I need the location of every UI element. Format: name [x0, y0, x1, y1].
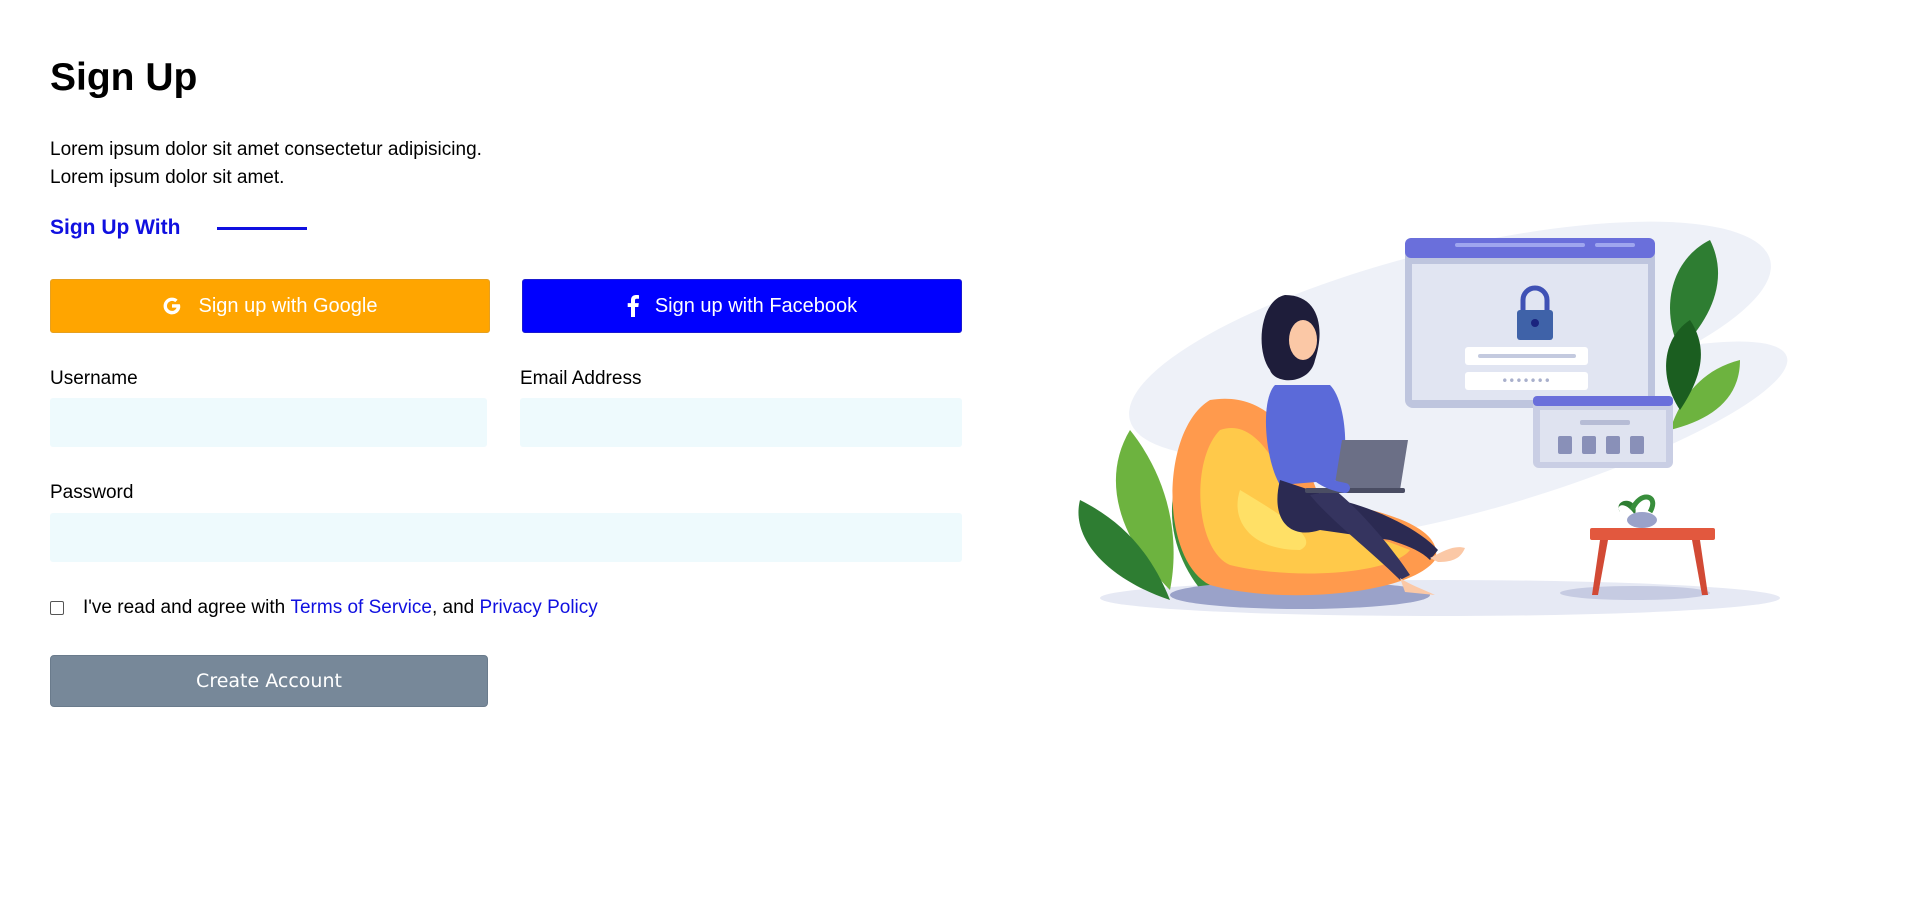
woman-on-beanbag-with-laptop-login-illustration: •••••••: [1078, 221, 1788, 616]
google-signup-button[interactable]: Sign up with Google: [50, 279, 490, 333]
email-input[interactable]: [520, 398, 962, 447]
facebook-signup-button[interactable]: Sign up with Facebook: [522, 279, 962, 333]
description-line-2: Lorem ipsum dolor sit amet.: [50, 167, 285, 188]
username-label: Username: [50, 368, 138, 389]
svg-text:•••••••: •••••••: [1501, 374, 1551, 388]
google-signup-label: Sign up with Google: [198, 294, 378, 317]
sign-up-with-label: Sign Up With: [50, 216, 181, 239]
page-description: Lorem ipsum dolor sit amet consectetur a…: [50, 136, 482, 192]
facebook-icon: [627, 295, 639, 317]
description-line-1: Lorem ipsum dolor sit amet consectetur a…: [50, 139, 482, 160]
facebook-signup-label: Sign up with Facebook: [654, 294, 858, 317]
terms-agreement: I've read and agree with Terms of Servic…: [50, 597, 598, 619]
agree-text-prefix: I've read and agree with: [83, 597, 291, 618]
google-icon: [162, 296, 182, 316]
username-input[interactable]: [50, 398, 487, 447]
heading-underline-divider: [217, 226, 308, 230]
password-input[interactable]: [50, 513, 962, 562]
email-label: Email Address: [520, 368, 642, 389]
privacy-policy-link[interactable]: Privacy Policy: [480, 597, 598, 619]
password-label: Password: [50, 482, 134, 503]
agree-checkbox[interactable]: [50, 601, 64, 615]
sign-up-with-heading: Sign Up With: [50, 216, 308, 240]
agree-text-middle: , and: [431, 597, 480, 618]
page-title: Sign Up: [50, 56, 198, 99]
create-account-button[interactable]: Create Account: [50, 655, 488, 707]
social-signup-buttons: Sign up with Google Sign up with Faceboo…: [50, 279, 962, 333]
terms-of-service-link[interactable]: Terms of Service: [290, 597, 431, 619]
